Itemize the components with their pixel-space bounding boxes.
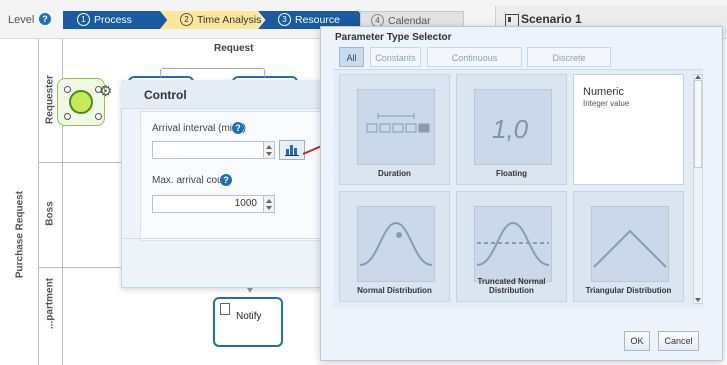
max-arrival-help-icon[interactable]: ? <box>220 174 232 186</box>
max-arrival-count-input[interactable]: 1000 <box>152 195 264 213</box>
tile-label: Triangular Distribution <box>585 286 672 295</box>
start-event[interactable] <box>69 90 93 114</box>
arrival-interval-spinner[interactable] <box>264 141 275 159</box>
normal-curve-icon <box>357 206 435 282</box>
triangle-icon <box>591 206 669 282</box>
level-help-icon[interactable]: ? <box>39 13 51 25</box>
filter-all-button[interactable]: All <box>339 47 364 67</box>
filter-continuous-button[interactable]: Continuous distributions <box>427 47 522 83</box>
tile-truncated-normal-distribution[interactable]: Truncated Normal Distribution <box>456 191 567 302</box>
lane-department: ...partment <box>38 268 63 365</box>
dialog-title: Parameter Type Selector <box>335 32 452 43</box>
request-label: Request <box>214 43 254 54</box>
tile-duration[interactable]: Duration <box>339 74 450 185</box>
resize-handle[interactable] <box>64 86 71 93</box>
step-time-analysis[interactable]: 2 Time Analysis <box>160 11 264 29</box>
step-process-validation[interactable]: 1Process Validation <box>63 11 173 29</box>
numeric-subtitle: Integer value <box>583 99 630 108</box>
step-number: 3 <box>278 12 291 26</box>
resize-handle[interactable] <box>64 113 71 120</box>
tile-label: Duration <box>378 169 411 178</box>
truncated-curve-icon <box>474 206 552 282</box>
arrival-interval-input[interactable] <box>152 141 264 159</box>
lane-boss: Boss <box>38 163 63 268</box>
step-number: 1 <box>77 12 90 26</box>
scroll-down-icon[interactable] <box>695 298 701 302</box>
connector-line <box>160 68 265 77</box>
step-number: 2 <box>180 12 193 26</box>
pool-label: Purchase Request <box>14 190 26 279</box>
step-number: 4 <box>371 13 384 27</box>
pool-header: Purchase Request <box>0 39 39 365</box>
tile-normal-distribution[interactable]: Normal Distribution <box>339 191 450 302</box>
floating-glyph: 1,0 <box>492 114 529 144</box>
max-arrival-count-spinner[interactable] <box>264 195 275 213</box>
scroll-up-icon[interactable] <box>695 75 701 79</box>
step-label: Time Analysis <box>197 14 262 26</box>
filter-constants-button[interactable]: Constants <box>370 47 421 67</box>
spin-down-icon[interactable] <box>266 152 272 156</box>
control-title: Control <box>144 88 187 102</box>
cancel-button[interactable]: Cancel <box>658 331 699 351</box>
ok-button[interactable]: OK <box>624 331 650 351</box>
duration-icon <box>357 89 435 165</box>
notify-label: Notify <box>236 311 262 322</box>
spin-down-icon[interactable] <box>266 206 272 210</box>
tile-label: Floating <box>495 169 528 178</box>
tile-label: Truncated Normal Distribution <box>477 277 546 295</box>
scenario-label: Scenario 1 <box>521 12 582 26</box>
spin-up-icon[interactable] <box>266 145 272 149</box>
level-label: Level <box>8 14 35 26</box>
script-icon <box>220 303 230 315</box>
control-divider <box>121 238 320 239</box>
numeric-title: Numeric <box>583 86 624 98</box>
arrowhead-icon <box>247 288 253 293</box>
tile-label: Normal Distribution <box>357 286 432 295</box>
spin-up-icon[interactable] <box>266 199 272 203</box>
filter-discrete-button[interactable]: Discrete distributions <box>527 47 611 83</box>
gear-icon[interactable]: ⚙ <box>99 82 112 100</box>
resize-handle[interactable] <box>95 113 102 120</box>
tile-triangular-distribution[interactable]: Triangular Distribution <box>573 191 684 302</box>
lane-label: Requester <box>44 75 56 124</box>
lane-label: Boss <box>44 201 56 226</box>
scrollbar-thumb[interactable] <box>694 80 702 168</box>
lane-label: ...partment <box>44 277 56 330</box>
arrival-help-icon[interactable]: ? <box>232 122 244 134</box>
